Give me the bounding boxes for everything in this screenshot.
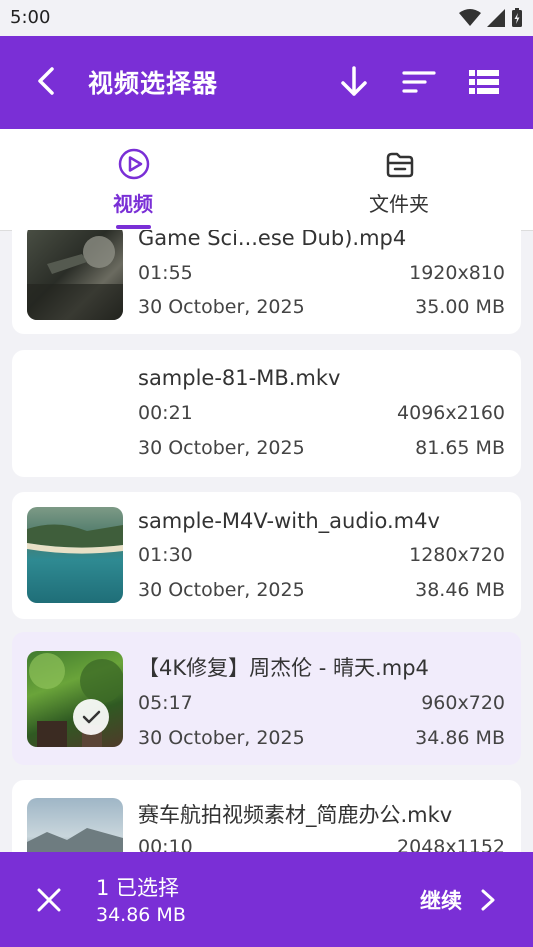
video-resolution: 2048x1152 [397, 836, 505, 852]
tab-videos-label: 视频 [113, 192, 153, 216]
status-time: 5:00 [10, 7, 51, 28]
video-size: 81.65 MB [415, 437, 505, 459]
battery-icon [512, 8, 522, 27]
close-icon[interactable] [34, 885, 64, 915]
video-card[interactable]: 赛车航拍视频素材_简鹿办公.mkv 00:10 2048x1152 [12, 780, 521, 852]
video-resolution: 1280x720 [409, 544, 505, 566]
video-name: 【4K修复】周杰伦 - 晴天.mp4 [138, 656, 429, 680]
play-circle-icon [118, 148, 150, 180]
video-thumbnail [27, 507, 123, 603]
video-size: 35.00 MB [415, 296, 505, 318]
video-duration: 00:21 [138, 402, 193, 424]
sort-icon[interactable] [401, 64, 437, 100]
signal-icon [487, 9, 505, 27]
video-list[interactable]: Game Sci...ese Dub).mp4 01:55 1920x810 3… [0, 230, 533, 852]
video-card-selected[interactable]: 【4K修复】周杰伦 - 晴天.mp4 05:17 960x720 30 Octo… [12, 632, 521, 765]
video-name: Game Sci...ese Dub).mp4 [138, 230, 407, 250]
tab-videos[interactable]: 视频 [0, 129, 266, 229]
video-date: 30 October, 2025 [138, 437, 305, 459]
video-size: 34.86 MB [415, 727, 505, 749]
tab-folders[interactable]: 文件夹 [266, 129, 532, 229]
selected-check-icon [73, 699, 109, 735]
download-icon[interactable] [336, 64, 372, 100]
status-icons [459, 8, 523, 28]
video-card[interactable]: Game Sci...ese Dub).mp4 01:55 1920x810 3… [12, 230, 521, 334]
video-thumbnail [27, 651, 123, 747]
status-bar: 5:00 [0, 0, 533, 36]
tab-indicator [116, 225, 151, 229]
video-date: 30 October, 2025 [138, 296, 305, 318]
video-thumbnail [27, 798, 123, 852]
video-duration: 01:55 [138, 262, 193, 284]
video-card[interactable]: sample-81-MB.mkv 00:21 4096x2160 30 Octo… [12, 350, 521, 477]
video-name: sample-81-MB.mkv [138, 366, 341, 390]
video-date: 30 October, 2025 [138, 727, 305, 749]
video-duration: 00:10 [138, 836, 193, 852]
arrow-back-icon[interactable] [30, 63, 66, 99]
list-view-icon[interactable] [466, 64, 502, 100]
video-size: 38.46 MB [415, 579, 505, 601]
page-title: 视频选择器 [88, 69, 219, 98]
video-thumbnail [27, 230, 123, 320]
tab-bar: 视频 文件夹 [0, 129, 533, 231]
selected-count: 1 已选择 [96, 876, 180, 900]
continue-button[interactable]: 继续 [420, 885, 462, 915]
video-date: 30 October, 2025 [138, 579, 305, 601]
video-name: 赛车航拍视频素材_简鹿办公.mkv [138, 803, 453, 827]
video-resolution: 960x720 [421, 692, 505, 714]
wifi-icon [459, 9, 481, 26]
chevron-right-icon[interactable] [476, 886, 500, 914]
app-bar: 视频选择器 [0, 36, 533, 129]
selection-bar: 1 已选择 34.86 MB 继续 [0, 852, 533, 947]
video-resolution: 4096x2160 [397, 402, 505, 424]
folder-icon [386, 152, 414, 178]
video-resolution: 1920x810 [409, 262, 505, 284]
video-duration: 05:17 [138, 692, 193, 714]
video-card[interactable]: sample-M4V-with_audio.m4v 01:30 1280x720… [12, 492, 521, 619]
selected-size: 34.86 MB [96, 904, 186, 926]
video-duration: 01:30 [138, 544, 193, 566]
video-name: sample-M4V-with_audio.m4v [138, 509, 440, 533]
tab-folders-label: 文件夹 [369, 192, 429, 216]
